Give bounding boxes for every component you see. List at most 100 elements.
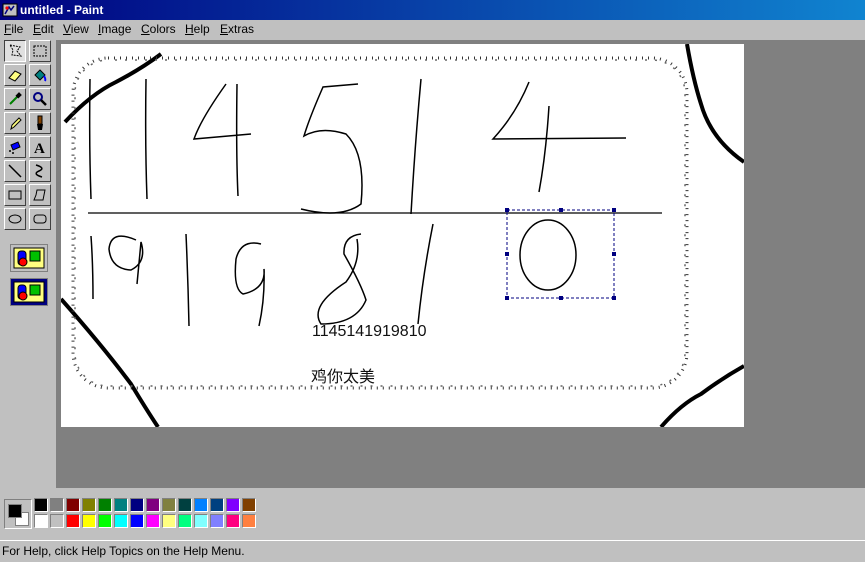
menu-help[interactable]: Help bbox=[185, 22, 210, 36]
menu-colors-label: olors bbox=[149, 22, 176, 36]
tool-rectangle[interactable] bbox=[4, 184, 26, 206]
digits-row1 bbox=[88, 78, 627, 215]
palette-swatch[interactable] bbox=[130, 498, 144, 512]
palette-swatch[interactable] bbox=[66, 498, 80, 512]
menu-extras-label: xtras bbox=[228, 22, 255, 36]
select-icon bbox=[33, 45, 47, 57]
transparent-option-icon bbox=[13, 281, 45, 303]
opaque-option-icon bbox=[13, 247, 45, 269]
tool-box: A bbox=[0, 40, 57, 488]
svg-text:A: A bbox=[34, 141, 45, 155]
tool-fill-with-color[interactable] bbox=[29, 64, 51, 86]
tool-magnifier[interactable] bbox=[29, 88, 51, 110]
title-bar: untitled - Paint bbox=[0, 0, 865, 20]
tool-eraser[interactable] bbox=[4, 64, 26, 86]
curve-icon bbox=[35, 164, 43, 178]
palette-swatch[interactable] bbox=[146, 514, 160, 528]
palette-swatch[interactable] bbox=[162, 514, 176, 528]
palette-swatch[interactable] bbox=[242, 498, 256, 512]
palette-swatch[interactable] bbox=[242, 514, 256, 528]
palette-swatch[interactable] bbox=[178, 514, 192, 528]
tool-free-form-select[interactable] bbox=[4, 40, 26, 62]
ellipse-icon bbox=[8, 214, 22, 224]
palette-swatch[interactable] bbox=[178, 498, 192, 512]
window-title: untitled - Paint bbox=[20, 3, 104, 17]
menu-file[interactable]: File bbox=[4, 22, 23, 36]
drawing-canvas[interactable]: 114514 1919810 1145141919810 鸡你太美 bbox=[61, 44, 744, 427]
tool-rounded-rectangle[interactable] bbox=[29, 208, 51, 230]
palette-swatch[interactable] bbox=[194, 514, 208, 528]
current-colors bbox=[4, 499, 32, 529]
typed-number: 1145141919810 bbox=[312, 323, 427, 340]
palette-swatch[interactable] bbox=[114, 498, 128, 512]
menu-edit-label: dit bbox=[41, 22, 54, 36]
brush-icon bbox=[37, 115, 43, 130]
eraser-icon bbox=[8, 70, 22, 82]
paint-app-icon[interactable] bbox=[2, 2, 18, 18]
status-bar: For Help, click Help Topics on the Help … bbox=[0, 540, 865, 562]
tool-polygon[interactable] bbox=[29, 184, 51, 206]
palette-swatch[interactable] bbox=[194, 498, 208, 512]
tool-pick-color[interactable] bbox=[4, 88, 26, 110]
option-transparent[interactable] bbox=[10, 278, 48, 306]
tool-ellipse[interactable] bbox=[4, 208, 26, 230]
line-icon bbox=[8, 164, 22, 178]
menu-extras-accel: E bbox=[220, 22, 229, 36]
tool-brush[interactable] bbox=[29, 112, 51, 134]
palette-swatch[interactable] bbox=[98, 514, 112, 528]
palette-swatch[interactable] bbox=[162, 498, 176, 512]
menu-extras[interactable]: Extras bbox=[220, 22, 254, 36]
magnifier-icon bbox=[33, 92, 47, 106]
tool-text[interactable]: A bbox=[29, 136, 51, 158]
foreground-color bbox=[8, 504, 22, 518]
tool-curve[interactable] bbox=[29, 160, 51, 182]
palette-swatch[interactable] bbox=[210, 514, 224, 528]
palette-swatch[interactable] bbox=[34, 498, 48, 512]
pencil-icon bbox=[10, 117, 22, 131]
palette-swatch[interactable] bbox=[82, 514, 96, 528]
pick-color-icon bbox=[9, 92, 22, 105]
menu-image-label: mage bbox=[101, 22, 132, 36]
menu-file-label: ile bbox=[11, 22, 24, 36]
palette-swatch[interactable] bbox=[98, 498, 112, 512]
menu-edit-accel: E bbox=[33, 22, 42, 36]
palette-swatch[interactable] bbox=[82, 498, 96, 512]
menu-bar: File Edit View Image Colors Help Extras bbox=[0, 20, 865, 39]
palette-swatch[interactable] bbox=[146, 498, 160, 512]
color-box bbox=[0, 488, 865, 538]
polygon-icon bbox=[33, 189, 46, 201]
typed-caption: 鸡你太美 bbox=[311, 369, 376, 386]
palette-swatch[interactable] bbox=[50, 514, 64, 528]
airbrush-icon bbox=[9, 141, 21, 154]
palette-swatch[interactable] bbox=[50, 498, 64, 512]
palette-swatch[interactable] bbox=[210, 498, 224, 512]
palette-swatch[interactable] bbox=[226, 498, 240, 512]
tool-airbrush[interactable] bbox=[4, 136, 26, 158]
menu-view[interactable]: View bbox=[63, 22, 89, 36]
menu-edit[interactable]: Edit bbox=[33, 22, 54, 36]
palette-swatch[interactable] bbox=[34, 514, 48, 528]
palette-swatch[interactable] bbox=[130, 514, 144, 528]
palette-swatch[interactable] bbox=[114, 514, 128, 528]
palette-swatch[interactable] bbox=[226, 514, 240, 528]
tool-pencil[interactable] bbox=[4, 112, 26, 134]
menu-help-label: elp bbox=[193, 22, 210, 36]
tool-select[interactable] bbox=[29, 40, 51, 62]
menu-help-accel: H bbox=[185, 22, 194, 36]
palette-swatch[interactable] bbox=[66, 514, 80, 528]
menu-colors-accel: C bbox=[141, 22, 150, 36]
digits-row2 bbox=[90, 219, 577, 327]
menu-colors[interactable]: Colors bbox=[141, 22, 176, 36]
fill-with-color-icon bbox=[34, 69, 47, 82]
status-text: For Help, click Help Topics on the Help … bbox=[2, 544, 245, 558]
rounded-rectangle-icon bbox=[33, 214, 47, 224]
canvas-drawing bbox=[61, 44, 744, 427]
free-form-select-icon bbox=[8, 44, 23, 57]
menu-image[interactable]: Image bbox=[98, 22, 131, 36]
menu-view-label: iew bbox=[70, 22, 89, 36]
option-opaque[interactable] bbox=[10, 244, 48, 272]
corner-strokes bbox=[61, 44, 744, 427]
rectangle-icon bbox=[8, 190, 22, 200]
menu-view-accel: V bbox=[63, 22, 71, 36]
tool-line[interactable] bbox=[4, 160, 26, 182]
